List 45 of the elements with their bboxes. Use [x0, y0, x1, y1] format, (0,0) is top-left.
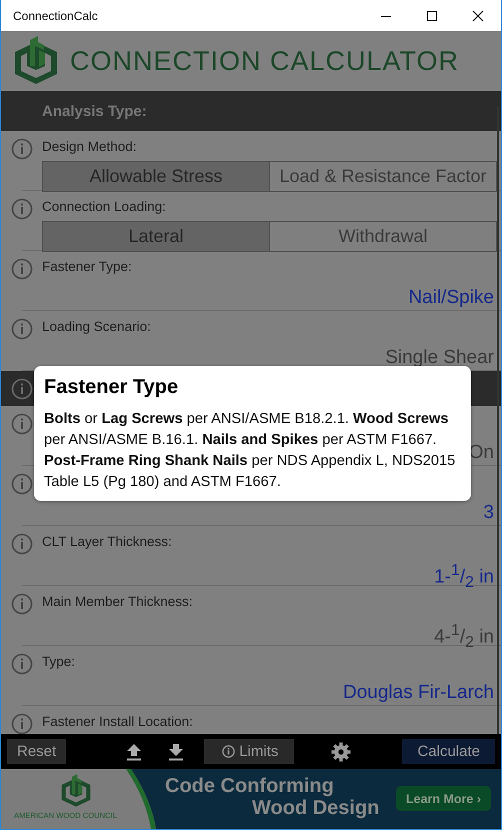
app-title: CONNECTION CALCULATOR [70, 46, 460, 76]
info-icon[interactable] [11, 473, 33, 495]
field-value[interactable]: Nail/Spike [408, 287, 494, 309]
info-icon[interactable] [11, 413, 33, 435]
field-value[interactable]: Douglas Fir-Larch [343, 682, 494, 704]
field-label: CLT Layer Thickness: [42, 534, 173, 551]
section-heading: Analysis Type: [42, 102, 147, 120]
info-icon[interactable] [11, 378, 33, 400]
limits-button[interactable]: Limits [204, 739, 294, 764]
field-label: Loading Scenario: [42, 319, 152, 336]
segment-button[interactable]: Allowable Stress [42, 161, 270, 192]
field-label: Type: [42, 654, 76, 671]
popup-text: Bolts or Lag Screws per ANSI/ASME B18.2.1. Wood Screws per ANSI/ASME B.16.1. Nails and Spikes per ASTM F1667. Post-Frame Ring Shank Nails per NDS Appendix L, NDS2015 Table L5 (Pg 180) and ASTM F1667. [44, 410, 456, 492]
info-icon[interactable] [11, 593, 33, 615]
info-icon[interactable] [11, 198, 33, 220]
segment-button[interactable]: Load & Resistance Factor [270, 161, 497, 192]
info-icon[interactable] [11, 258, 33, 280]
download-icon[interactable] [168, 742, 184, 760]
window-title: ConnectionCalc [13, 8, 99, 22]
popup-title: Fastener Type [44, 376, 180, 399]
banner-headline: Code Conforming [165, 775, 335, 797]
field-label: Main Member Thickness: [42, 594, 194, 611]
field-label: Fastener Type: [42, 259, 133, 276]
logo-icon [59, 773, 93, 809]
segment-button[interactable]: Withdrawal [270, 221, 497, 252]
field-label: Fastener Install Location: [42, 714, 194, 731]
banner-headline: Wood Design [251, 797, 380, 819]
info-icon[interactable] [11, 653, 33, 675]
info-icon [222, 745, 236, 758]
learn-more-button[interactable]: Learn More › [396, 786, 492, 811]
field-label: Connection Loading: [42, 199, 167, 216]
info-icon[interactable] [11, 318, 33, 340]
field-value[interactable]: 3 [483, 502, 494, 524]
field-value[interactable]: 1-$^{1}$/$_{2}$ in [434, 562, 494, 592]
field-value: Single Shear [385, 347, 494, 369]
field-label: Design Method: [42, 139, 138, 156]
info-icon[interactable] [11, 713, 33, 734]
calculate-button[interactable]: Calculate [402, 739, 495, 764]
upload-icon[interactable] [126, 742, 142, 760]
reset-button[interactable]: Reset [7, 739, 66, 764]
segment-button[interactable]: Lateral [42, 221, 270, 252]
info-icon[interactable] [11, 138, 33, 160]
field-value: 4-$^{1}$/$_{2}$ in [434, 622, 494, 652]
info-icon[interactable] [11, 533, 33, 555]
settings-icon[interactable] [331, 742, 352, 762]
